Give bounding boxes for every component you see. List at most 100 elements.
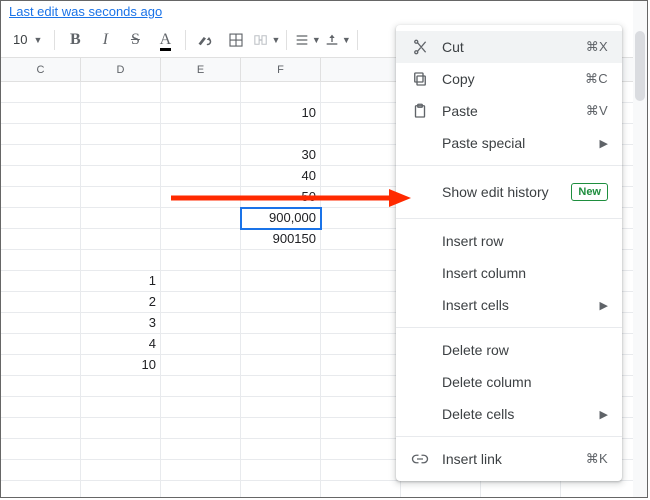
- cell[interactable]: [81, 229, 161, 250]
- cell[interactable]: 50: [241, 187, 321, 208]
- cell[interactable]: [321, 334, 401, 355]
- cell[interactable]: [1, 376, 81, 397]
- cell[interactable]: [321, 124, 401, 145]
- cell[interactable]: [241, 460, 321, 481]
- cell[interactable]: [241, 376, 321, 397]
- ctx-insert-row[interactable]: Insert row: [396, 225, 622, 257]
- cell[interactable]: [161, 145, 241, 166]
- cell[interactable]: [161, 250, 241, 271]
- cell[interactable]: [161, 313, 241, 334]
- cell[interactable]: [81, 145, 161, 166]
- cell[interactable]: [161, 481, 241, 498]
- cell[interactable]: 10: [81, 355, 161, 376]
- cell[interactable]: [1, 397, 81, 418]
- cell[interactable]: 3: [81, 313, 161, 334]
- cell[interactable]: 900150: [241, 229, 321, 250]
- cell[interactable]: [1, 103, 81, 124]
- cell[interactable]: [81, 439, 161, 460]
- cell[interactable]: [241, 397, 321, 418]
- cell[interactable]: [81, 460, 161, 481]
- cell[interactable]: [81, 82, 161, 103]
- cell[interactable]: [321, 397, 401, 418]
- cell[interactable]: [321, 355, 401, 376]
- cell[interactable]: [161, 271, 241, 292]
- cell[interactable]: [241, 250, 321, 271]
- cell[interactable]: [161, 376, 241, 397]
- cell[interactable]: [241, 313, 321, 334]
- bold-button[interactable]: B: [61, 26, 89, 54]
- col-header[interactable]: [321, 58, 401, 81]
- cell[interactable]: 30: [241, 145, 321, 166]
- cell[interactable]: [1, 250, 81, 271]
- cell[interactable]: [1, 208, 81, 229]
- col-header[interactable]: D: [81, 58, 161, 81]
- text-color-button[interactable]: A: [151, 26, 179, 54]
- cell[interactable]: [1, 271, 81, 292]
- cell[interactable]: [161, 334, 241, 355]
- cell[interactable]: [161, 460, 241, 481]
- font-size-dropdown[interactable]: 10 ▼: [7, 30, 48, 49]
- italic-button[interactable]: I: [91, 26, 119, 54]
- cell[interactable]: [241, 481, 321, 498]
- ctx-insert-cells[interactable]: Insert cells ▶: [396, 289, 622, 321]
- cell[interactable]: [81, 250, 161, 271]
- cell[interactable]: [1, 229, 81, 250]
- ctx-show-edit-history[interactable]: Show edit history New: [396, 172, 622, 212]
- fill-color-button[interactable]: [192, 26, 220, 54]
- cell[interactable]: [321, 187, 401, 208]
- cell[interactable]: [161, 292, 241, 313]
- cell[interactable]: [161, 82, 241, 103]
- ctx-insert-column[interactable]: Insert column: [396, 257, 622, 289]
- cell[interactable]: [321, 145, 401, 166]
- cell[interactable]: [321, 292, 401, 313]
- cell[interactable]: 1: [81, 271, 161, 292]
- cell[interactable]: [1, 124, 81, 145]
- cell[interactable]: [1, 355, 81, 376]
- cell[interactable]: [241, 124, 321, 145]
- cell[interactable]: [81, 418, 161, 439]
- cell[interactable]: [561, 481, 641, 498]
- cell[interactable]: [401, 481, 481, 498]
- cell[interactable]: 40: [241, 166, 321, 187]
- cell[interactable]: [241, 292, 321, 313]
- cell[interactable]: [161, 397, 241, 418]
- cell[interactable]: [321, 481, 401, 498]
- ctx-delete-column[interactable]: Delete column: [396, 366, 622, 398]
- cell[interactable]: [81, 124, 161, 145]
- cell[interactable]: [321, 376, 401, 397]
- cell[interactable]: [1, 82, 81, 103]
- cell[interactable]: [1, 481, 81, 498]
- ctx-insert-link[interactable]: Insert link ⌘K: [396, 443, 622, 475]
- cell[interactable]: [241, 418, 321, 439]
- ctx-paste[interactable]: Paste ⌘V: [396, 95, 622, 127]
- cell[interactable]: [81, 397, 161, 418]
- col-header[interactable]: C: [1, 58, 81, 81]
- cell[interactable]: 4: [81, 334, 161, 355]
- cell[interactable]: [241, 439, 321, 460]
- cell[interactable]: [161, 418, 241, 439]
- cell[interactable]: [161, 229, 241, 250]
- cell[interactable]: [161, 208, 241, 229]
- cell[interactable]: [321, 313, 401, 334]
- cell[interactable]: [321, 229, 401, 250]
- cell[interactable]: [81, 103, 161, 124]
- scrollbar-thumb[interactable]: [635, 31, 645, 101]
- cell[interactable]: [81, 376, 161, 397]
- cell[interactable]: 2: [81, 292, 161, 313]
- cell[interactable]: [321, 460, 401, 481]
- cell[interactable]: [161, 355, 241, 376]
- cell[interactable]: [81, 481, 161, 498]
- cell[interactable]: [321, 208, 401, 229]
- cell[interactable]: [161, 187, 241, 208]
- merge-button[interactable]: ▼: [252, 26, 280, 54]
- cell[interactable]: [1, 145, 81, 166]
- cell[interactable]: [81, 166, 161, 187]
- cell[interactable]: [1, 460, 81, 481]
- cell[interactable]: [161, 103, 241, 124]
- cell[interactable]: [81, 187, 161, 208]
- halign-button[interactable]: ▼: [293, 26, 321, 54]
- cell[interactable]: [161, 124, 241, 145]
- ctx-cut[interactable]: Cut ⌘X: [396, 31, 622, 63]
- cell[interactable]: [321, 103, 401, 124]
- cell[interactable]: [1, 439, 81, 460]
